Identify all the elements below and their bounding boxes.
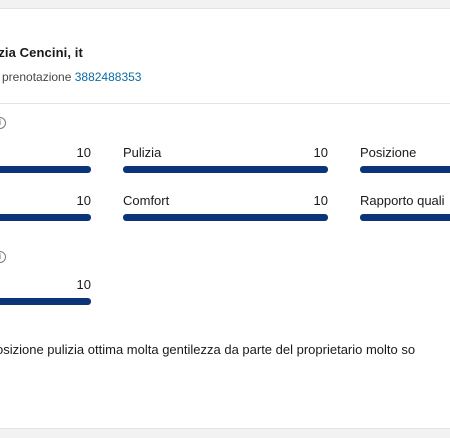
guest-name: azia Cencini, it [0,45,83,60]
booking-number-link[interactable]: 3882488353 [75,70,142,84]
info-icon[interactable]: i [0,117,6,129]
score-fill [0,214,91,221]
score-label-pulizia: Pulizia [123,145,162,160]
review-text: osizione pulizia ottima molta gentilezza… [0,342,416,357]
score-fill [0,166,91,173]
score-bar-row3-col1 [0,298,91,305]
review-card: azia Cencini, it i prenotazione 38824883… [0,8,450,429]
booking-line: i prenotazione 3882488353 [0,70,141,84]
booking-label: i prenotazione [0,70,72,84]
score-value-row3-col1: 10 [76,277,91,292]
score-fill [123,214,328,221]
score-fill [0,298,91,305]
score-fill [123,166,328,173]
score-value-row1-col1: 10 [76,145,91,160]
score-label-posizione: Posizione [360,145,417,160]
score-value-comfort: 10 [313,193,328,208]
score-fill [360,166,450,173]
score-bar-pulizia [123,166,328,173]
score-bar-row1-col1 [0,166,91,173]
score-label-rapporto-qualita: Rapporto quali [360,193,445,208]
score-label-comfort: Comfort [123,193,170,208]
score-value-row2-col1: 10 [76,193,91,208]
info-icon[interactable]: i [0,251,6,263]
score-bar-comfort [123,214,328,221]
score-bar-rapporto-qualita [360,214,450,221]
divider [0,103,450,104]
score-bar-row2-col1 [0,214,91,221]
score-fill [360,214,450,221]
score-bar-posizione [360,166,450,173]
score-value-pulizia: 10 [313,145,328,160]
